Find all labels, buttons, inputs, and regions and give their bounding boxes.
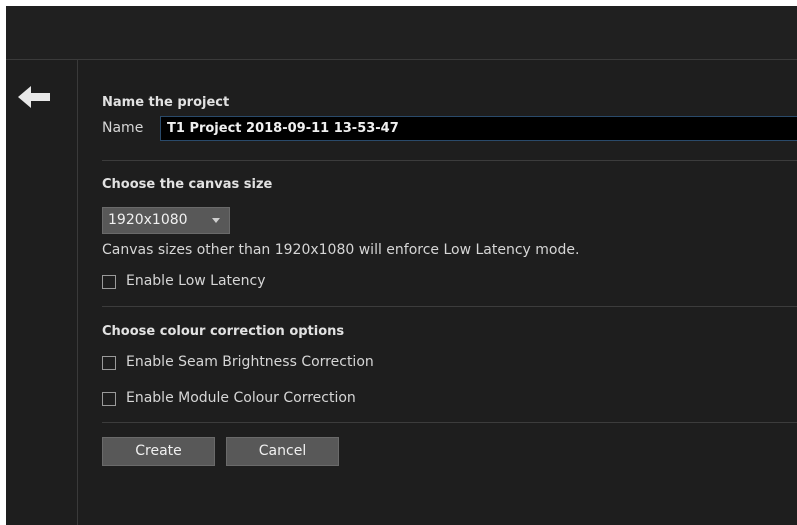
low-latency-label: Enable Low Latency bbox=[126, 273, 266, 289]
canvas-size-dropdown[interactable]: 1920x1080 bbox=[102, 207, 230, 234]
left-nav-column bbox=[6, 60, 78, 525]
module-colour-checkbox[interactable] bbox=[102, 392, 116, 406]
project-form: Name the project Name Choose the canvas … bbox=[102, 60, 797, 525]
seam-brightness-checkbox[interactable] bbox=[102, 356, 116, 370]
divider bbox=[102, 422, 797, 423]
module-colour-label: Enable Module Colour Correction bbox=[126, 390, 356, 406]
canvas-size-value: 1920x1080 bbox=[108, 212, 188, 228]
seam-brightness-checkbox-row[interactable]: Enable Seam Brightness Correction bbox=[102, 354, 412, 374]
name-label: Name bbox=[102, 120, 144, 136]
divider bbox=[102, 160, 797, 161]
module-colour-checkbox-row[interactable]: Enable Module Colour Correction bbox=[102, 390, 392, 410]
seam-brightness-label: Enable Seam Brightness Correction bbox=[126, 354, 374, 370]
colour-section-title: Choose colour correction options bbox=[102, 324, 345, 339]
project-name-input[interactable] bbox=[160, 116, 797, 141]
low-latency-checkbox[interactable] bbox=[102, 275, 116, 289]
create-button[interactable]: Create bbox=[102, 437, 215, 466]
project-section-title: Name the project bbox=[102, 95, 230, 110]
new-project-window: Name the project Name Choose the canvas … bbox=[6, 6, 797, 525]
canvas-section-title: Choose the canvas size bbox=[102, 177, 273, 192]
canvas-size-note: Canvas sizes other than 1920x1080 will e… bbox=[102, 242, 580, 258]
cancel-button[interactable]: Cancel bbox=[226, 437, 339, 466]
back-button[interactable] bbox=[18, 86, 52, 108]
top-bar bbox=[6, 6, 797, 60]
divider bbox=[102, 306, 797, 307]
low-latency-checkbox-row[interactable]: Enable Low Latency bbox=[102, 273, 292, 293]
left-arrow-icon bbox=[18, 86, 50, 108]
chevron-down-icon bbox=[212, 218, 220, 223]
